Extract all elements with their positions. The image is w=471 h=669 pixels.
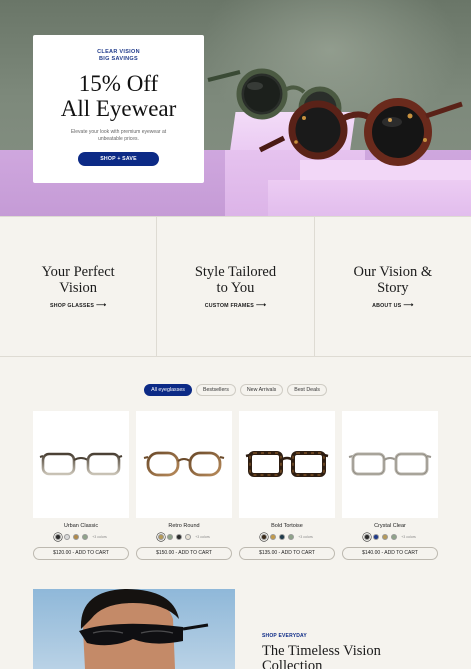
- feature-model-image: [33, 589, 235, 669]
- category-link-label: CUSTOM FRAMES: [204, 303, 255, 309]
- product-card-bold-tortoise: Bold Tortoise +3 colors $135.00 - ADD TO…: [239, 411, 335, 561]
- category-title-line1: Your Perfect: [41, 264, 115, 280]
- shop-save-button[interactable]: SHOP + SAVE: [78, 152, 159, 166]
- category-title-line2: Vision: [59, 280, 98, 296]
- pedestal-lower-front: [268, 180, 471, 216]
- category-link-label: ABOUT US: [372, 303, 402, 309]
- category-title-line2: Story: [377, 280, 409, 296]
- add-to-cart-button[interactable]: $140.00 - ADD TO CART: [342, 547, 438, 560]
- category-title-line1: Our Vision &: [353, 264, 433, 280]
- add-to-cart-button[interactable]: $120.00 - ADD TO CART: [33, 547, 129, 560]
- color-swatch[interactable]: [391, 534, 398, 540]
- hero-eyebrow-line1: CLEAR VISION: [97, 49, 140, 55]
- feature-title: The Timeless Vision Collection: [262, 643, 381, 669]
- color-swatch[interactable]: [176, 534, 183, 540]
- product-name[interactable]: Retro Round: [136, 523, 232, 529]
- hero-eyebrow: CLEAR VISION BIG SAVINGS: [33, 49, 204, 63]
- add-to-cart-button[interactable]: $135.00 - ADD TO CART: [239, 547, 335, 560]
- color-swatch[interactable]: [158, 534, 165, 540]
- hero-eyebrow-line2: BIG SAVINGS: [99, 56, 138, 62]
- category-title: Our Vision & Story: [315, 264, 471, 296]
- product-card-crystal-clear: Crystal Clear +3 colors $140.00 - ADD TO…: [342, 411, 438, 561]
- color-swatch[interactable]: [288, 534, 295, 540]
- more-colors-label: +3 colors: [92, 535, 107, 539]
- color-swatch[interactable]: [373, 534, 380, 540]
- color-swatch[interactable]: [279, 534, 286, 540]
- hero-subtitle: Elevate your look with premium eyewear a…: [70, 129, 167, 142]
- hero-title-line1: 15% Off: [78, 71, 159, 96]
- product-name[interactable]: Crystal Clear: [342, 523, 438, 529]
- product-card-retro-round: Retro Round +3 colors $150.00 - ADD TO C…: [136, 411, 232, 561]
- category-our-story[interactable]: Our Vision & Story ABOUT US ⟶: [315, 217, 471, 356]
- more-colors-label: +3 colors: [195, 535, 210, 539]
- eyeglasses-bold-tortoise-image: [245, 451, 329, 477]
- color-swatch[interactable]: [364, 534, 371, 540]
- product-image[interactable]: [136, 411, 232, 518]
- more-colors-label: +3 colors: [298, 535, 313, 539]
- arrow-right-icon: ⟶: [403, 302, 414, 309]
- filter-new-arrivals[interactable]: New Arrivals: [239, 384, 284, 396]
- arrow-right-icon: ⟶: [96, 302, 107, 309]
- product-grid: Urban Classic +3 colors $120.00 - ADD TO…: [33, 411, 438, 561]
- category-style-tailored[interactable]: Style Tailored to You CUSTOM FRAMES ⟶: [157, 217, 315, 356]
- category-links: Your Perfect Vision SHOP GLASSES ⟶ Style …: [0, 216, 471, 357]
- color-swatch[interactable]: [73, 534, 80, 540]
- about-us-link[interactable]: ABOUT US ⟶: [315, 301, 471, 309]
- product-image[interactable]: [33, 411, 129, 518]
- product-name[interactable]: Bold Tortoise: [239, 523, 335, 529]
- hero-title-line2: All Eyewear: [60, 96, 177, 121]
- color-swatches: +3 colors: [136, 534, 232, 540]
- color-swatch[interactable]: [270, 534, 277, 540]
- product-filter-tabs: All eyeglasses Bestsellers New Arrivals …: [0, 384, 471, 396]
- filter-bestsellers[interactable]: Bestsellers: [195, 384, 236, 396]
- color-swatch[interactable]: [55, 534, 62, 540]
- color-swatch[interactable]: [64, 534, 71, 540]
- feature-eyebrow: SHOP EVERYDAY: [262, 633, 307, 639]
- eyeglasses-urban-classic-image: [39, 452, 123, 476]
- category-title: Your Perfect Vision: [0, 264, 156, 296]
- color-swatch[interactable]: [167, 534, 174, 540]
- filter-all-eyeglasses[interactable]: All eyeglasses: [144, 384, 192, 396]
- product-name[interactable]: Urban Classic: [33, 523, 129, 529]
- eyeglasses-retro-round-image: [143, 451, 225, 477]
- color-swatch[interactable]: [82, 534, 89, 540]
- hero-banner: CLEAR VISION BIG SAVINGS 15% Off All Eye…: [0, 0, 471, 216]
- category-perfect-vision[interactable]: Your Perfect Vision SHOP GLASSES ⟶: [0, 217, 158, 356]
- add-to-cart-button[interactable]: $150.00 - ADD TO CART: [136, 547, 232, 560]
- color-swatch[interactable]: [185, 534, 192, 540]
- product-card-urban-classic: Urban Classic +3 colors $120.00 - ADD TO…: [33, 411, 129, 561]
- eyeglasses-crystal-clear-image: [348, 452, 432, 476]
- color-swatches: +3 colors: [342, 534, 438, 540]
- arrow-right-icon: ⟶: [256, 302, 267, 309]
- color-swatch[interactable]: [261, 534, 268, 540]
- more-colors-label: +3 colors: [401, 535, 416, 539]
- model-with-sunglasses-image: [79, 589, 209, 669]
- hero-sunglasses-image: [207, 68, 463, 166]
- color-swatches: +3 colors: [33, 534, 129, 540]
- category-title-line1: Style Tailored: [194, 264, 277, 280]
- filter-best-deals[interactable]: Best Deals: [287, 384, 327, 396]
- custom-frames-link[interactable]: CUSTOM FRAMES ⟶: [157, 301, 313, 309]
- color-swatch[interactable]: [382, 534, 389, 540]
- category-title-line2: to You: [216, 280, 255, 296]
- product-image[interactable]: [342, 411, 438, 518]
- hero-promo-card: CLEAR VISION BIG SAVINGS 15% Off All Eye…: [33, 35, 204, 183]
- color-swatches: +3 colors: [239, 534, 335, 540]
- shop-glasses-link[interactable]: SHOP GLASSES ⟶: [0, 301, 156, 309]
- product-image[interactable]: [239, 411, 335, 518]
- category-link-label: SHOP GLASSES: [49, 303, 95, 309]
- hero-title: 15% Off All Eyewear: [33, 71, 204, 121]
- category-title: Style Tailored to You: [157, 264, 313, 296]
